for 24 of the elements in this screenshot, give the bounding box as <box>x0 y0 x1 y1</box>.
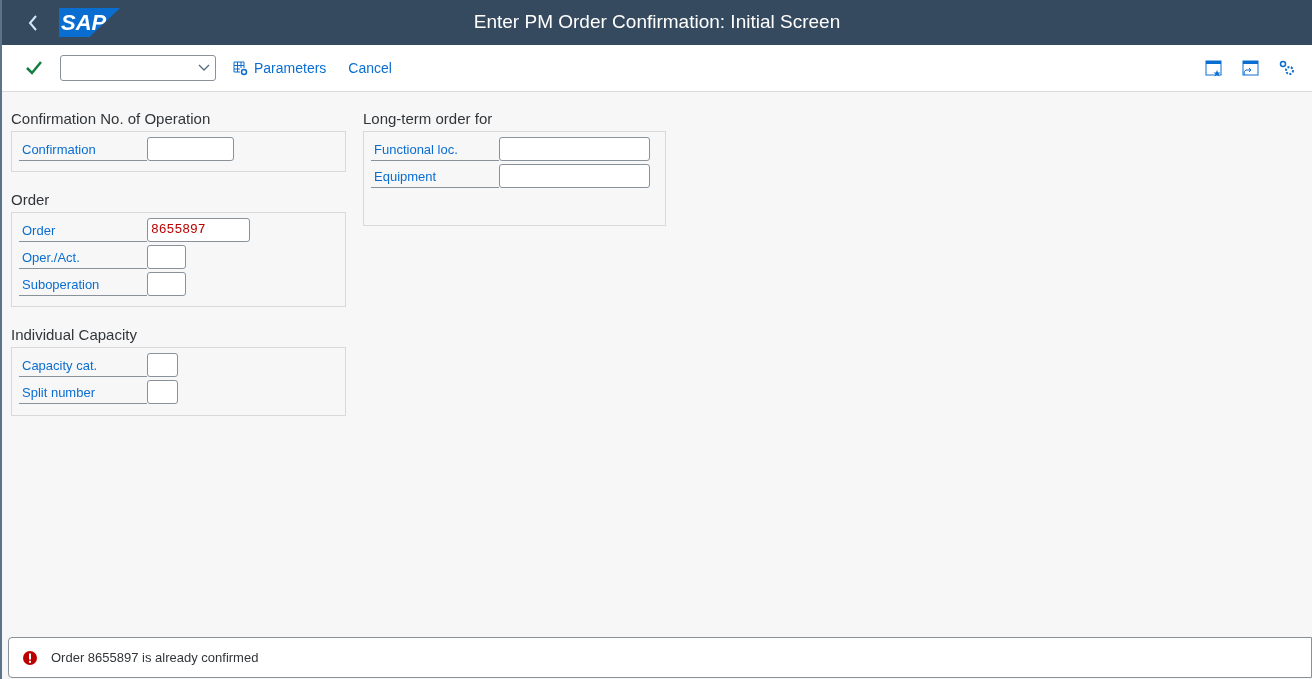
group-title: Long-term order for <box>363 109 494 129</box>
command-dropdown[interactable] <box>60 55 216 81</box>
error-icon <box>23 650 37 665</box>
input-field[interactable]: 8655897 <box>147 217 250 242</box>
input-field[interactable] <box>147 244 186 269</box>
toolbar-button[interactable]: Parameters <box>233 57 327 79</box>
back-icon[interactable] <box>27 14 39 31</box>
input-field[interactable] <box>147 136 234 161</box>
input-field[interactable] <box>499 136 650 161</box>
message-text: Order 8655897 is already confirmed <box>51 648 259 667</box>
grid-gear-icon <box>233 60 248 76</box>
input-field[interactable] <box>147 271 186 296</box>
window-title: Enter PM Order Confirmation: Initial Screen <box>473 10 841 35</box>
toolbar-button[interactable]: Cancel <box>348 57 392 79</box>
input-field[interactable] <box>147 352 178 377</box>
check-icon[interactable] <box>26 61 42 75</box>
input-field[interactable] <box>499 163 650 188</box>
input-field[interactable] <box>147 379 178 404</box>
group-title: Confirmation No. of Operation <box>11 109 212 129</box>
chevron-down-icon <box>198 64 210 72</box>
sap-logo: SAP <box>59 8 120 37</box>
group-title: Order <box>11 190 51 210</box>
group-title: Individual Capacity <box>11 325 138 345</box>
settings-icon[interactable] <box>1279 60 1295 76</box>
